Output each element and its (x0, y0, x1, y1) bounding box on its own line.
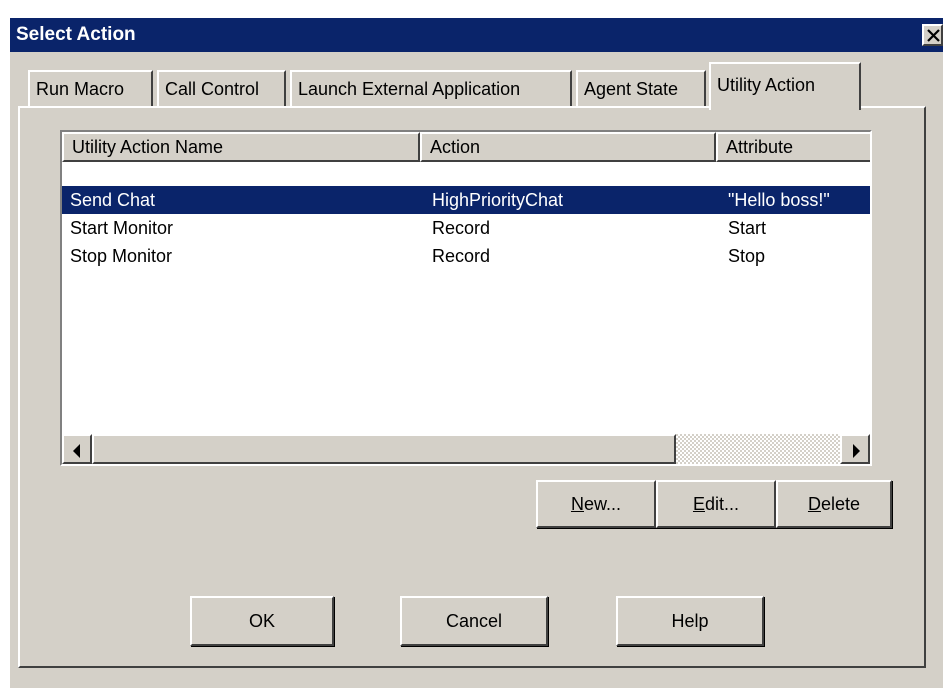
scroll-left-button[interactable] (62, 434, 92, 464)
new-label: ew... (583, 494, 622, 514)
tab-call-control[interactable]: Call Control (157, 70, 286, 108)
scroll-right-button[interactable] (840, 434, 870, 464)
cancel-label: Cancel (445, 611, 503, 631)
new-button[interactable]: New... (536, 480, 656, 528)
delete-mnemonic: D (807, 494, 821, 514)
cell-action: Record (432, 218, 491, 238)
help-button[interactable]: Help (616, 596, 764, 646)
edit-label: dit... (705, 494, 740, 514)
tab-utility-action[interactable]: Utility Action (709, 62, 861, 110)
close-button[interactable] (922, 24, 943, 46)
edit-mnemonic: E (692, 494, 705, 514)
ok-label: OK (248, 611, 275, 631)
tab-label: Call Control (165, 79, 260, 99)
list-item[interactable]: Send Chat HighPriorityChat "Hello boss!" (62, 186, 870, 214)
tab-label: Launch External Application (298, 79, 521, 99)
cell-attribute: Start (728, 218, 767, 238)
tab-launch-external-application[interactable]: Launch External Application (290, 70, 572, 108)
column-header-label: Attribute (726, 137, 794, 157)
cell-name: Send Chat (70, 190, 156, 210)
window-title: Select Action (16, 24, 136, 45)
column-header-attribute[interactable]: Attribute (716, 132, 870, 162)
column-header-label: Action (430, 137, 481, 157)
ok-button[interactable]: OK (190, 596, 334, 646)
delete-label: elete (820, 494, 861, 514)
tab-label: Utility Action (717, 75, 816, 95)
cell-attribute: "Hello boss!" (728, 190, 830, 210)
cell-name: Start Monitor (70, 218, 174, 238)
cell-action: Record (432, 246, 491, 266)
column-header-label: Utility Action Name (72, 137, 224, 157)
delete-button[interactable]: Delete (776, 480, 892, 528)
cell-action: HighPriorityChat (432, 190, 564, 210)
tab-label: Run Macro (36, 79, 125, 99)
close-icon (927, 29, 940, 42)
cancel-button[interactable]: Cancel (400, 596, 548, 646)
scroll-right-arrow-icon (853, 444, 860, 458)
title-bar: Select Action (10, 18, 943, 52)
tab-run-macro[interactable]: Run Macro (28, 70, 153, 108)
new-mnemonic: N (570, 494, 584, 514)
scroll-left-arrow-icon (73, 444, 80, 458)
horizontal-scrollbar[interactable] (62, 434, 870, 464)
tab-agent-state[interactable]: Agent State (576, 70, 706, 108)
scroll-thumb[interactable] (92, 434, 676, 464)
cell-attribute: Stop (728, 246, 766, 266)
edit-button[interactable]: Edit... (656, 480, 776, 528)
help-label: Help (671, 611, 709, 631)
column-header-name[interactable]: Utility Action Name (62, 132, 420, 162)
utility-action-list[interactable]: Utility Action Name Action Attribute Sen… (60, 130, 872, 466)
list-item[interactable]: Start Monitor Record Start (62, 214, 870, 242)
cell-name: Stop Monitor (70, 246, 173, 266)
list-item[interactable]: Stop Monitor Record Stop (62, 242, 870, 270)
column-header-action[interactable]: Action (420, 132, 716, 162)
tab-label: Agent State (584, 79, 679, 99)
